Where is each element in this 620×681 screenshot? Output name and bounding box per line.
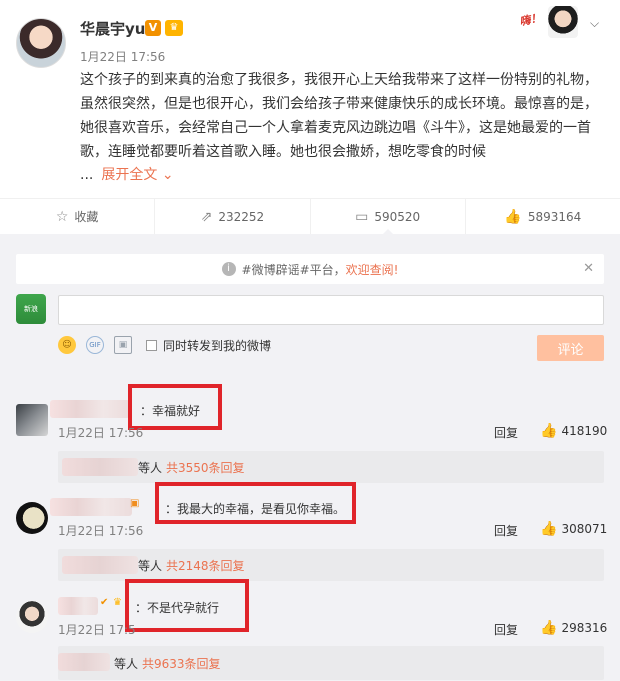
vip-crown-icon: ♛ [113,597,122,608]
sync-repost-checkbox[interactable] [146,339,157,351]
sync-repost-label[interactable]: 同时转发到我的微博 [163,337,271,354]
comment-input[interactable] [58,295,604,325]
highlight-box [155,482,356,524]
replier-names-blurred [62,556,138,574]
close-icon[interactable]: ✕ [583,261,594,276]
verified-icon: ✔ [100,597,109,608]
sub-replies-suffix: 等人 [138,460,163,475]
thumbs-up-icon: 👍 [540,521,558,537]
star-icon: ☆ [55,208,69,225]
comment-like-count: 298316 [561,621,608,635]
expand-full-text-link[interactable]: ... 展开全文 ⌄ [80,164,174,184]
commenter-name-blurred[interactable] [50,400,130,418]
repost-count: 232252 [218,209,265,224]
post-action-bar: ☆ 收藏 ⇗ 232252 ▭ 590520 👍 5893164 [0,198,620,235]
sub-replies-count[interactable]: 共9633条回复 [142,655,221,672]
commenter-avatar[interactable] [16,502,48,534]
sub-replies-suffix: 等人 [114,656,139,671]
emoji-icon[interactable]: ☺ [58,336,76,354]
image-icon[interactable]: ▣ [114,336,132,354]
sub-replies-summary[interactable]: 等人 共9633条回复 [58,646,604,680]
expand-label[interactable]: 展开全文 [101,167,157,183]
comment-tools: ☺ GIF ▣ 同时转发到我的微博 [58,334,271,356]
thumbs-up-icon: 👍 [504,208,522,225]
comment-like-count: 418190 [561,424,608,438]
post-body: 这个孩子的到来真的治愈了我很多，我很开心上天给我带来了这样一份特别的礼物，虽然很… [80,72,598,160]
reply-button[interactable]: 回复 [494,522,518,539]
comment-time[interactable]: 1月22日 17:5 [58,621,136,638]
share-icon: ⇗ [200,208,213,225]
ellipsis: ... [80,167,94,183]
rumor-notice-bar: i #微博辟谣#平台， 欢迎查阅! ✕ [16,254,604,284]
chevron-down-icon: ⌄ [161,167,174,183]
reply-button[interactable]: 回复 [494,621,518,638]
current-user-avatar[interactable] [548,6,578,38]
commenter-avatar[interactable] [16,601,48,633]
weibo-post: 华晨宇yu V ♛ 1月22日 17:56 嗨！ ⌵ 这个孩子的到来真的治愈了我… [0,0,620,198]
submit-comment-button[interactable]: 评论 [537,335,604,361]
replier-names-blurred [62,458,138,476]
comment-time[interactable]: 1月22日 17:56 [58,522,143,539]
commenter-avatar[interactable] [16,404,48,436]
post-username[interactable]: 华晨宇yu [80,18,145,39]
verified-icon: V [145,20,161,36]
vip-crown-icon: ♛ [165,20,183,36]
comment-like-count: 308071 [561,522,608,536]
post-timestamp[interactable]: 1月22日 17:56 [80,48,165,65]
notice-text[interactable]: #微博辟谣#平台， [242,261,346,278]
top-right-profile[interactable]: 嗨！ [518,6,582,40]
replier-names-blurred [58,653,110,671]
thumbs-up-icon: 👍 [540,620,558,636]
sub-replies-summary[interactable]: 等人 共2148条回复 [58,549,604,581]
sub-replies-count[interactable]: 共3550条回复 [166,459,245,476]
post-author-avatar[interactable] [16,18,66,68]
sub-replies-suffix: 等人 [138,558,163,573]
comment-icon: ▭ [355,208,369,225]
member-badge-icon: ▣ [130,498,140,509]
highlight-box [125,579,249,632]
like-count: 5893164 [527,209,582,224]
sub-replies-count[interactable]: 共2148条回复 [166,557,245,574]
reply-button[interactable]: 回复 [494,424,518,441]
sub-replies-summary[interactable]: 等人 共3550条回复 [58,451,604,483]
commenter-name-blurred[interactable] [58,597,98,615]
comment-time[interactable]: 1月22日 17:56 [58,424,143,441]
comment-like-button[interactable]: 👍 298316 [540,620,607,636]
commenter-name-blurred[interactable] [50,498,132,516]
chevron-down-icon[interactable]: ⌵ [590,16,599,31]
my-avatar[interactable]: 新浪 [16,294,46,324]
info-icon: i [221,262,236,276]
favorite-label: 收藏 [74,210,99,224]
comment-like-button[interactable]: 👍 308071 [540,521,607,537]
comments-section: i #微博辟谣#平台， 欢迎查阅! ✕ 新浪 ☺ GIF ▣ 同时转发到我的微博 … [0,234,620,681]
notice-link[interactable]: 欢迎查阅! [346,261,399,278]
comment-like-button[interactable]: 👍 418190 [540,423,607,439]
like-button[interactable]: 👍 5893164 [466,199,620,234]
comment-count: 590520 [374,209,421,224]
favorite-button[interactable]: ☆ 收藏 [0,199,156,234]
repost-button[interactable]: ⇗ 232252 [155,199,311,234]
comment-button[interactable]: ▭ 590520 [311,199,466,235]
thumbs-up-icon: 👍 [540,423,558,439]
gif-icon[interactable]: GIF [86,336,104,354]
